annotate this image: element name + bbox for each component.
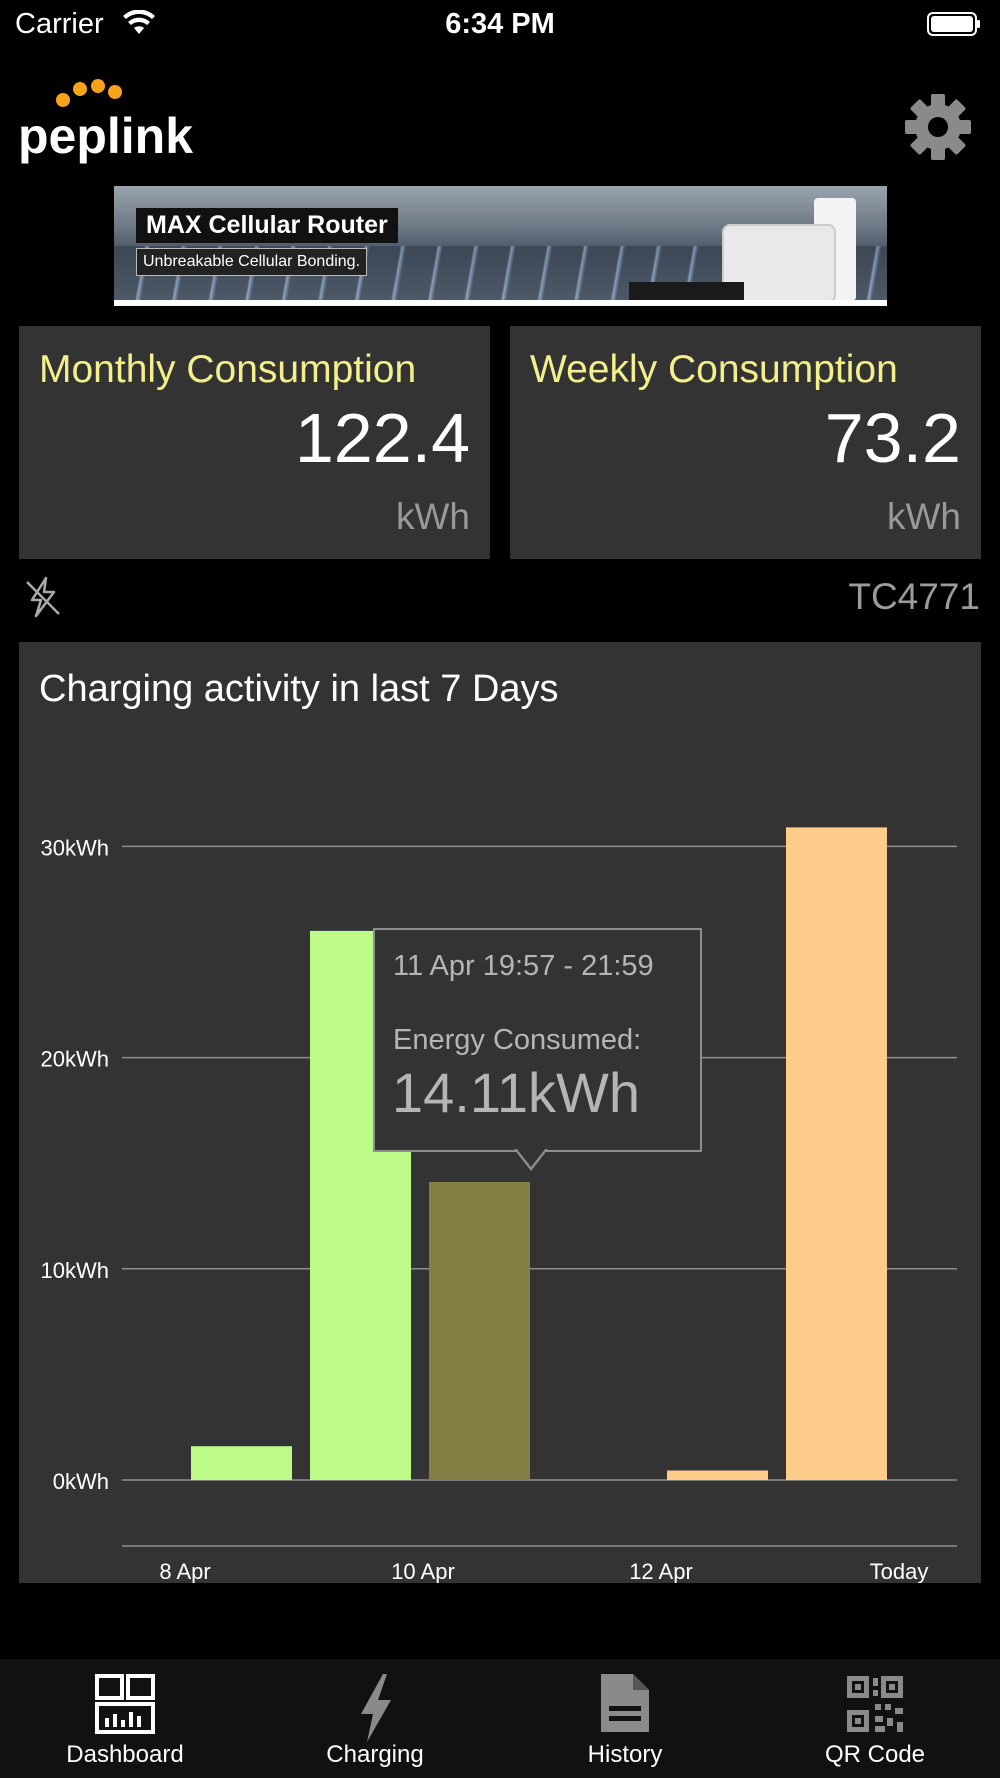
bar (191, 1446, 292, 1480)
x-tick-label: Today (870, 1559, 929, 1583)
tooltip-label: Energy Consumed: (393, 1024, 642, 1056)
status-bar: Carrier 6:34 PM (0, 0, 1000, 52)
tooltip-value: 14.11kWh (392, 1061, 640, 1124)
tab-qr-code[interactable]: QR Code (750, 1659, 1000, 1778)
tab-dashboard-label: Dashboard (66, 1741, 184, 1768)
clock: 6:34 PM (445, 8, 555, 40)
banner-title: MAX Cellular Router (136, 208, 398, 243)
monthly-consumption-unit: kWh (396, 496, 470, 537)
tab-history[interactable]: History (500, 1659, 750, 1778)
gear-icon[interactable] (903, 92, 973, 162)
tab-charging-label: Charging (326, 1741, 424, 1768)
bar (667, 1470, 768, 1480)
tab-bar: Dashboard Charging History QR Code (0, 1659, 1000, 1778)
y-tick-label: 20kWh (41, 1047, 109, 1072)
monthly-consumption-label: Monthly Consumption (39, 348, 417, 391)
qr-code-icon (847, 1676, 903, 1732)
y-tick-label: 0kWh (53, 1469, 109, 1494)
tooltip-time: 11 Apr 19:57 - 21:59 (393, 950, 654, 982)
lightning-icon (361, 1674, 391, 1742)
x-tick-label: 10 Apr (391, 1559, 455, 1583)
logo-text: peplink (18, 108, 193, 164)
dashboard-icon (95, 1674, 155, 1734)
document-icon (601, 1674, 649, 1732)
weekly-consumption-label: Weekly Consumption (530, 348, 898, 391)
x-tick-label: 12 Apr (629, 1559, 693, 1583)
weekly-consumption-value: 73.2 (824, 399, 961, 477)
device-id: TC4771 (848, 576, 980, 617)
x-tick-label: 8 Apr (159, 1559, 210, 1583)
plug-disconnected-icon (26, 576, 60, 618)
tab-dashboard[interactable]: Dashboard (0, 1659, 250, 1778)
banner-bottom-strip (114, 300, 887, 306)
tab-charging[interactable]: Charging (250, 1659, 500, 1778)
monthly-consumption-card: Monthly Consumption 122.4 kWh (19, 326, 490, 559)
bar (786, 827, 887, 1480)
tooltip-arrow-fill (516, 1148, 546, 1167)
monthly-consumption-value: 122.4 (294, 399, 470, 477)
ad-banner[interactable]: MAX Cellular Router Unbreakable Cellular… (114, 186, 887, 306)
weekly-consumption-card: Weekly Consumption 73.2 kWh (510, 326, 981, 559)
bar-selected (429, 1181, 530, 1480)
bar-tooltip: 11 Apr 19:57 - 21:59 Energy Consumed: 14… (373, 928, 702, 1152)
peplink-logo: peplink (18, 79, 193, 164)
tab-qr-code-label: QR Code (824, 1741, 926, 1768)
charging-activity-chart: Charging activity in last 7 Days 30kWh 20… (19, 642, 981, 1583)
banner-subtitle: Unbreakable Cellular Bonding. (136, 248, 368, 276)
battery-icon (927, 12, 980, 36)
y-tick-label: 10kWh (41, 1258, 109, 1283)
y-tick-label: 30kWh (41, 835, 109, 860)
tab-history-label: History (587, 1741, 663, 1768)
weekly-consumption-unit: kWh (887, 496, 961, 537)
